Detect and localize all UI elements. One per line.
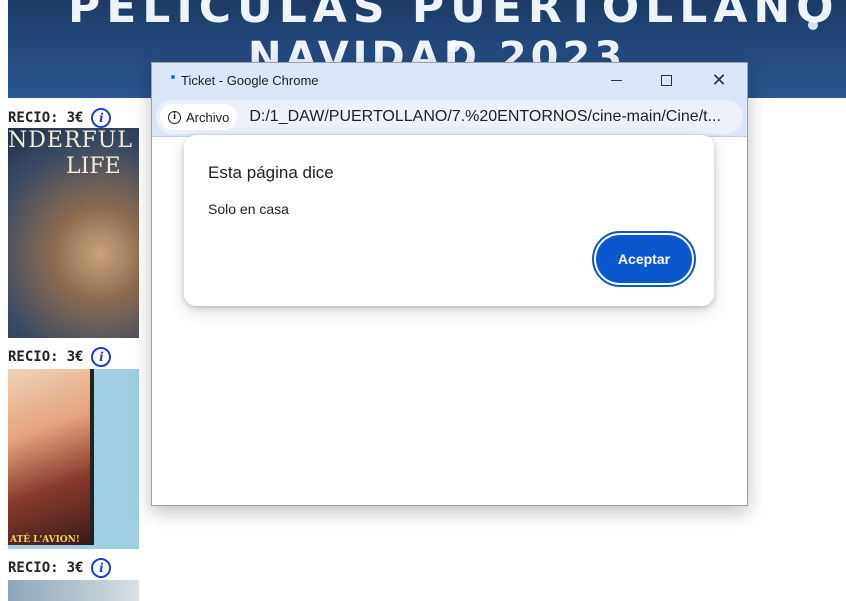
url-text[interactable]: D:/1_DAW/PUERTOLLANO/7.%20ENTORNOS/cine-… [249,108,721,126]
price-value: 3€ [66,349,84,365]
address-bar: i Archivo D:/1_DAW/PUERTOLLANO/7.%20ENTO… [152,98,747,136]
minimize-icon [610,80,622,81]
loading-indicator-icon [171,75,175,79]
price-label: RECIO: [8,560,59,576]
dialog-message: Solo en casa [208,201,289,217]
minimize-button[interactable] [594,63,638,98]
movie-poster[interactable] [8,580,139,601]
window-titlebar[interactable]: Ticket - Google Chrome ✕ [152,63,747,98]
movie-price-row: RECIO: 3€ i [0,553,140,583]
close-icon: ✕ [711,69,727,91]
movie-poster[interactable]: NDERFUL LIFE [8,128,139,338]
accept-button[interactable]: Aceptar [592,231,696,287]
movie-price-row: RECIO: 3€ i [0,342,140,372]
maximize-icon [660,75,672,86]
close-button[interactable]: ✕ [697,63,741,98]
info-icon[interactable]: i [91,347,112,367]
site-info-label: Archivo [186,109,230,125]
snowflake-decoration [448,40,460,52]
banner-title: PELICULAS PUERTOLLANO [68,0,840,33]
info-icon: i [168,110,181,124]
price-label: RECIO: [8,110,59,126]
movie-poster[interactable]: ATÉ L'AVION! [8,369,139,549]
dialog-title: Esta página dice [208,163,334,182]
price-value: 3€ [66,110,84,126]
snowflake-decoration [808,20,818,30]
info-icon[interactable]: i [91,108,112,128]
poster-title: NDERFUL [8,128,133,153]
site-info-chip[interactable]: i Archivo [160,104,238,130]
window-title: Ticket - Google Chrome [181,73,319,88]
page: PELICULAS PUERTOLLANO NAVIDAD 2023 RECIO… [0,0,846,601]
maximize-button[interactable] [644,63,688,98]
alert-dialog: Esta página dice Solo en casa Aceptar [184,135,714,306]
omnibox[interactable]: i Archivo D:/1_DAW/PUERTOLLANO/7.%20ENTO… [156,100,743,134]
price-value: 3€ [66,560,84,576]
poster-artwork [8,369,94,545]
price-label: RECIO: [8,349,59,365]
poster-caption: ATÉ L'AVION! [10,535,80,545]
poster-title: LIFE [66,154,121,179]
info-icon[interactable]: i [91,558,112,578]
